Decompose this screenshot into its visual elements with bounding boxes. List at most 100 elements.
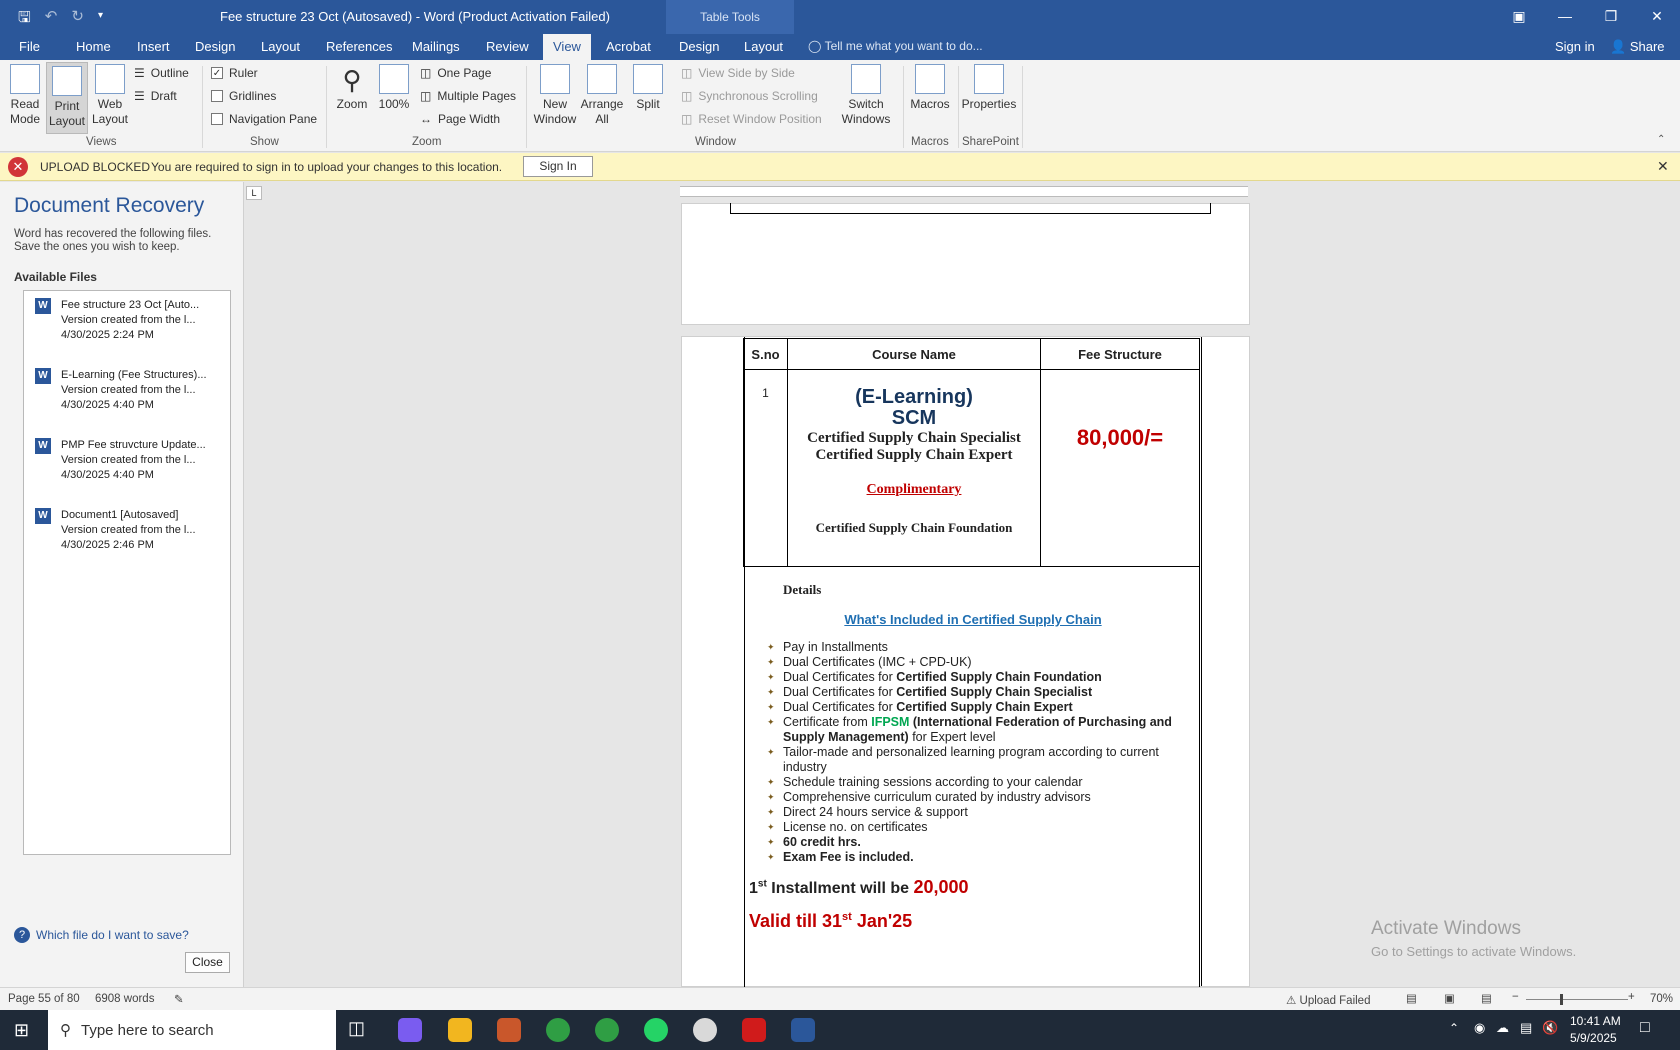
share-button[interactable]: 👤 Share	[1610, 39, 1665, 55]
read-mode-button[interactable]: Read Mode	[6, 64, 44, 127]
course-foundation: Certified Supply Chain Foundation	[815, 520, 1013, 535]
customize-qat-icon[interactable]: ▾	[98, 7, 103, 32]
view-side-by-side-button[interactable]: ◫ View Side by Side	[681, 66, 795, 80]
whatsapp-icon[interactable]	[644, 1018, 668, 1042]
proofing-icon[interactable]: ✎	[174, 992, 184, 1006]
arrange-all-button[interactable]: Arrange All	[580, 64, 624, 127]
error-icon: ✕	[8, 157, 28, 177]
zoom-level[interactable]: 70%	[1650, 993, 1673, 1005]
network-icon[interactable]: ▤	[1520, 1020, 1532, 1036]
which-file-help-link[interactable]: ? Which file do I want to save?	[14, 927, 189, 943]
ribbon-display-icon[interactable]: ▣	[1496, 0, 1542, 32]
tab-design[interactable]: Design	[195, 39, 235, 54]
page-count[interactable]: Page 55 of 80	[8, 993, 80, 1005]
ribbon-view: Read Mode Print Layout Web Layout ☰ Outli…	[0, 60, 1680, 152]
zoom-100-button[interactable]: 100%	[376, 64, 412, 112]
multiple-pages-button[interactable]: ◫ Multiple Pages	[420, 89, 516, 103]
tab-acrobat[interactable]: Acrobat	[606, 39, 651, 54]
clock-app-icon[interactable]	[693, 1018, 717, 1042]
horizontal-ruler[interactable]	[680, 186, 1248, 197]
activate-windows-watermark: Activate Windows	[1371, 918, 1521, 939]
previous-page[interactable]	[681, 203, 1250, 325]
draft-button[interactable]: ☰ Draft	[134, 89, 177, 103]
details-heading: Details	[783, 582, 822, 597]
taskbar-date[interactable]: 5/9/2025	[1570, 1031, 1617, 1045]
new-window-button[interactable]: New Window	[533, 64, 577, 127]
chrome-profile-icon[interactable]	[595, 1018, 619, 1042]
complimentary-label: Complimentary	[866, 482, 962, 497]
taskbar-search-box[interactable]: ⚲ Type here to search	[48, 1010, 336, 1050]
save-icon[interactable]: 🖫	[18, 7, 31, 32]
volume-muted-icon[interactable]: 🔇	[1542, 1020, 1558, 1036]
properties-button[interactable]: Properties	[960, 64, 1018, 112]
tab-insert[interactable]: Insert	[137, 39, 170, 54]
task-view-icon[interactable]: ◫	[348, 1018, 372, 1042]
recovered-file-item[interactable]: W PMP Fee struvcture Update... Version c…	[24, 431, 230, 497]
tab-view[interactable]: View	[543, 34, 591, 60]
app-icon[interactable]	[497, 1018, 521, 1042]
upload-status[interactable]: ⚠ Upload Failed	[1286, 993, 1370, 1007]
gridlines-checkbox[interactable]: Gridlines	[211, 89, 276, 103]
tab-home[interactable]: Home	[76, 39, 111, 54]
word-taskbar-icon[interactable]	[791, 1018, 815, 1042]
taskbar-time[interactable]: 10:41 AM	[1570, 1014, 1621, 1028]
restore-button[interactable]: ❐	[1588, 0, 1634, 32]
collapse-ribbon-icon[interactable]: ⌃	[1657, 134, 1665, 145]
recovered-file-item[interactable]: W E-Learning (Fee Structures)... Version…	[24, 361, 230, 427]
acrobat-icon[interactable]	[742, 1018, 766, 1042]
zoom-slider-thumb[interactable]	[1560, 994, 1563, 1005]
page-width-button[interactable]: ↔ Page Width	[420, 112, 500, 126]
zoom-out-button[interactable]: −	[1512, 991, 1519, 1003]
tab-mailings[interactable]: Mailings	[412, 39, 460, 54]
synchronous-scrolling-button[interactable]: ◫ Synchronous Scrolling	[681, 89, 818, 103]
close-window-button[interactable]: ✕	[1634, 0, 1680, 32]
list-item: Certificate from IFPSM (International Fe…	[783, 715, 1172, 744]
bullet-icon: ✦	[767, 642, 775, 652]
tray-meet-icon[interactable]: ◉	[1474, 1020, 1485, 1036]
list-item: Tailor-made and personalized learning pr…	[783, 745, 1159, 774]
web-layout-button[interactable]: Web Layout	[91, 64, 129, 127]
recovery-close-button[interactable]: Close	[185, 952, 230, 973]
redo-icon[interactable]: ↻	[71, 7, 84, 32]
print-layout-button[interactable]: Print Layout	[46, 62, 88, 134]
split-button[interactable]: Split	[628, 64, 668, 112]
file-explorer-icon[interactable]	[448, 1018, 472, 1042]
message-sign-in-button[interactable]: Sign In	[523, 156, 593, 177]
tab-layout[interactable]: Layout	[261, 39, 300, 54]
ruler-checkbox[interactable]: ✓ Ruler	[211, 66, 258, 80]
navigation-pane-checkbox[interactable]: Navigation Pane	[211, 112, 317, 126]
read-mode-view-icon[interactable]: ▤	[1406, 991, 1417, 1005]
status-bar: Page 55 of 80 6908 words ✎ ⚠ Upload Fail…	[0, 987, 1680, 1010]
web-layout-view-icon[interactable]: ▤	[1481, 991, 1492, 1005]
chrome-icon[interactable]	[546, 1018, 570, 1042]
tell-me-search[interactable]: ◯ Tell me what you want to do...	[808, 39, 983, 53]
list-item: Dual Certificates (IMC + CPD-UK)	[783, 655, 972, 669]
copilot-icon[interactable]	[398, 1018, 422, 1042]
zoom-in-button[interactable]: +	[1628, 991, 1635, 1003]
windows-start-icon[interactable]: ⊞	[14, 1020, 29, 1041]
tab-review[interactable]: Review	[486, 39, 529, 54]
recovered-file-item[interactable]: W Document1 [Autosaved] Version created …	[24, 501, 230, 567]
zoom-button[interactable]: ⚲ Zoom	[334, 64, 370, 112]
notifications-icon[interactable]: □	[1640, 1019, 1650, 1037]
outline-button[interactable]: ☰ Outline	[134, 66, 189, 80]
switch-windows-button[interactable]: Switch Windows	[836, 64, 896, 127]
print-layout-view-icon[interactable]: ▣	[1444, 991, 1455, 1005]
sign-in-link[interactable]: Sign in	[1555, 39, 1595, 54]
onedrive-icon[interactable]: ☁	[1496, 1020, 1509, 1036]
tab-file[interactable]: File	[19, 39, 40, 54]
close-message-bar-icon[interactable]: ✕	[1657, 158, 1669, 175]
minimize-button[interactable]: —	[1542, 0, 1588, 32]
recovered-file-item[interactable]: W Fee structure 23 Oct [Auto... Version …	[24, 291, 230, 357]
one-page-button[interactable]: ◫ One Page	[420, 66, 491, 80]
tab-selector-icon[interactable]: L	[246, 186, 262, 200]
tab-table-design[interactable]: Design	[679, 39, 719, 54]
tab-table-layout[interactable]: Layout	[744, 39, 783, 54]
word-count[interactable]: 6908 words	[95, 993, 154, 1005]
reset-window-position-button[interactable]: ◫ Reset Window Position	[681, 112, 822, 126]
undo-icon[interactable]: ↶	[45, 7, 58, 32]
tray-expand-icon[interactable]: ⌃	[1449, 1021, 1459, 1035]
tab-references[interactable]: References	[326, 39, 392, 54]
macros-button[interactable]: Macros	[908, 64, 952, 112]
zoom-slider[interactable]	[1526, 999, 1628, 1000]
